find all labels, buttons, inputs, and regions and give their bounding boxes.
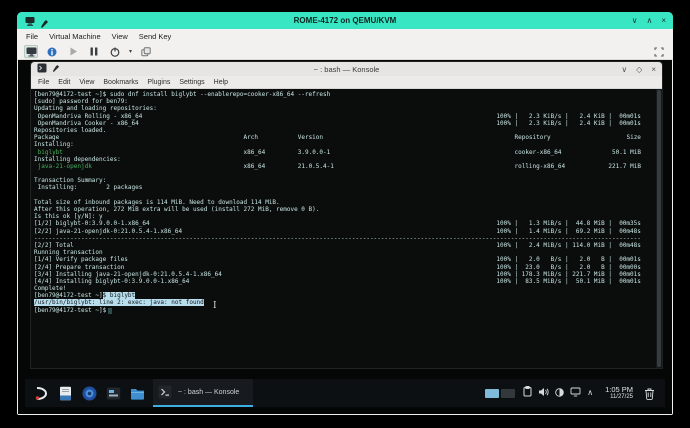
konsole-menu-file[interactable]: File	[38, 79, 49, 86]
terminal-line: Transaction Summary:	[34, 177, 654, 184]
pager-desktop-2[interactable]	[501, 389, 515, 398]
vm-maximize-button[interactable]: ∧	[646, 12, 652, 29]
konsole-icon	[158, 385, 172, 399]
terminal-scrollbar[interactable]	[656, 89, 662, 368]
vm-menu-file[interactable]: File	[26, 32, 38, 41]
terminal-line: [ben79@4172-test ~]$ sudo dnf install bi…	[34, 91, 654, 98]
terminal-line: [1/2] biglybt-0:3.9.0.0-1.x86_64 100% | …	[34, 220, 654, 227]
scrollbar-thumb[interactable]	[657, 90, 661, 367]
terminal-line: Running transaction	[34, 249, 654, 256]
terminal-line: [2/4] Prepare transaction 100% | 23.0 B/…	[34, 264, 654, 271]
trash-icon[interactable]	[641, 385, 657, 401]
tray-expander-icon[interactable]: ∧	[587, 389, 593, 397]
konsole-window-title: ~ : bash — Konsole	[31, 65, 662, 74]
shutdown-vm-button[interactable]	[108, 45, 122, 58]
shutdown-menu-arrow-icon[interactable]: ▾	[129, 48, 132, 55]
snapshots-button[interactable]	[139, 45, 153, 58]
terminal-line: [2/2] java-21-openjdk-0:21.0.5.4-1.x86_6…	[34, 228, 654, 235]
terminal-line: Package Arch Version Repository Size	[34, 134, 654, 141]
terminal-line	[34, 192, 654, 199]
vm-minimize-button[interactable]: ∨	[632, 12, 638, 29]
konsole-menu-settings[interactable]: Settings	[179, 79, 204, 86]
terminal-line: OpenMandriva Rolling - x86_64 100% | 2.3…	[34, 113, 654, 120]
terminal-line: Repositories loaded.	[34, 127, 654, 134]
terminal-line: java-21-openjdk x86_64 21.0.5.4-1 rollin…	[34, 163, 654, 170]
clock-time: 1:05 PM	[605, 386, 633, 394]
keyboard-indicator-icon[interactable]	[555, 384, 564, 402]
terminal-text: [ben79@4172-test ~]$ sudo dnf install bi…	[34, 91, 654, 314]
konsole-minimize-button[interactable]: ∨	[621, 62, 627, 78]
konsole-menu-plugins[interactable]: Plugins	[147, 79, 170, 86]
browser-icon[interactable]	[81, 385, 97, 401]
fullscreen-button[interactable]	[652, 45, 666, 58]
system-tray: ∧	[523, 384, 593, 402]
clipboard-icon[interactable]	[523, 384, 532, 402]
vm-close-button[interactable]: ×	[661, 12, 666, 29]
terminal-line: biglybt x86_64 3.9.0.0-1 cooker-x86_64 5…	[34, 149, 654, 156]
terminal-line: [4/4] Installing biglybt-0:3.9.0.0-1.x86…	[34, 278, 654, 285]
display-icon[interactable]	[570, 384, 581, 402]
vm-titlebar[interactable]: ROME-4172 on QEMU/KVM ∨ ∧ ×	[17, 12, 673, 29]
clock-widget[interactable]: 1:05 PM 11/27/25	[605, 386, 633, 401]
terminal-line: [2/2] Total 100% | 2.4 MiB/s | 114.0 MiB…	[34, 242, 654, 249]
terminal-line: [1/4] Verify package files 100% | 2.0 B/…	[34, 256, 654, 263]
terminal-line: [sudo] password for ben79:	[34, 98, 654, 105]
vm-menu-virtual-machine[interactable]: Virtual Machine	[49, 32, 101, 41]
terminal-line: ----------------------------------------…	[34, 235, 654, 242]
office-app-icon[interactable]	[57, 385, 73, 401]
vm-guest-display[interactable]: ~ : bash — Konsole ∨ ◇ × File Edit View …	[18, 60, 672, 414]
terminal-line: Is this ok [y/N]: y	[34, 213, 654, 220]
vm-toolbar: ▾	[17, 44, 673, 60]
terminal-line: [3/4] Installing java-21-openjdk-0:21.0.…	[34, 271, 654, 278]
konsole-menu-bookmarks[interactable]: Bookmarks	[103, 79, 138, 86]
terminal-line: Total size of inbound packages is 114 Mi…	[34, 199, 654, 206]
konsole-titlebar[interactable]: ~ : bash — Konsole ∨ ◇ ×	[31, 62, 662, 76]
taskbar: ~ : bash — Konsole	[25, 379, 665, 407]
file-manager-icon[interactable]	[129, 385, 145, 401]
konsole-close-button[interactable]: ×	[651, 62, 656, 78]
pause-vm-button[interactable]	[87, 45, 101, 58]
console-view-button[interactable]	[24, 45, 38, 58]
vm-menu-view[interactable]: View	[112, 32, 128, 41]
virtual-desktop-pager[interactable]	[485, 389, 515, 398]
konsole-menu-edit[interactable]: Edit	[58, 79, 70, 86]
konsole-menubar: File Edit View Bookmarks Plugins Setting…	[31, 76, 662, 89]
system-settings-icon[interactable]	[105, 385, 121, 401]
vm-details-button[interactable]	[45, 45, 59, 58]
terminal-line: After this operation, 272 MiB extra will…	[34, 206, 654, 213]
vm-window-title: ROME-4172 on QEMU/KVM	[17, 16, 673, 25]
terminal-line: Installing: 2 packages	[34, 184, 654, 191]
app-launcher-icon[interactable]	[33, 385, 49, 401]
pager-desktop-1[interactable]	[485, 389, 499, 398]
vm-menubar: File Virtual Machine View Send Key	[17, 29, 673, 44]
run-vm-button[interactable]	[66, 45, 80, 58]
terminal[interactable]: [ben79@4172-test ~]$ sudo dnf install bi…	[31, 89, 662, 368]
terminal-line: Installing:	[34, 141, 654, 148]
clock-date: 11/27/25	[605, 394, 633, 401]
mouse-ibeam-cursor: I	[213, 302, 220, 311]
vm-menu-send-key[interactable]: Send Key	[139, 32, 172, 41]
terminal-line: Complete!	[34, 285, 654, 292]
terminal-line: Installing dependencies:	[34, 156, 654, 163]
terminal-line: Updating and loading repositories:	[34, 105, 654, 112]
terminal-cursor	[108, 308, 112, 314]
terminal-line: OpenMandriva Cooker - x86_64 100% | 2.3 …	[34, 120, 654, 127]
konsole-menu-view[interactable]: View	[79, 79, 94, 86]
terminal-line: /usr/bin/biglybt: line 2: exec: java: no…	[34, 299, 654, 306]
task-label: ~ : bash — Konsole	[178, 389, 239, 396]
volume-icon[interactable]	[538, 384, 549, 402]
konsole-window: ~ : bash — Konsole ∨ ◇ × File Edit View …	[31, 62, 662, 368]
konsole-maximize-button[interactable]: ◇	[636, 62, 642, 78]
virt-manager-window: ROME-4172 on QEMU/KVM ∨ ∧ × File Virtual…	[17, 12, 673, 415]
terminal-line	[34, 170, 654, 177]
desktop-background: ROME-4172 on QEMU/KVM ∨ ∧ × File Virtual…	[0, 0, 690, 428]
terminal-line: [ben79@4172-test ~]$	[34, 307, 654, 314]
taskbar-task-konsole[interactable]: ~ : bash — Konsole	[153, 379, 253, 407]
konsole-menu-help[interactable]: Help	[214, 79, 228, 86]
terminal-line: [ben79@4172-test ~]$ biglybt	[34, 292, 654, 299]
